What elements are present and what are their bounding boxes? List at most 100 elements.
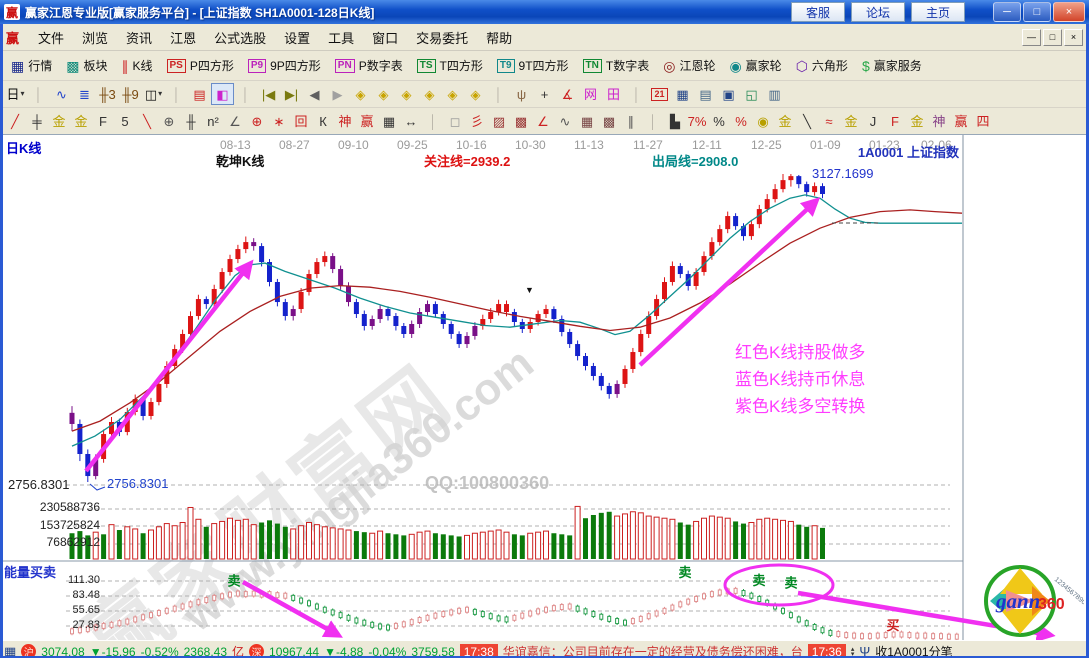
frame-tool[interactable]: ◻: [444, 110, 466, 132]
n-squared-tool[interactable]: n²: [202, 110, 224, 132]
calendar-21[interactable]: 21: [648, 83, 671, 105]
homepage-button[interactable]: 主页: [911, 2, 965, 22]
menu-item[interactable]: 文件: [29, 25, 73, 50]
lattice-tool[interactable]: 田: [602, 83, 625, 105]
gold-section-a[interactable]: 金: [48, 110, 70, 132]
mdi-restore-button[interactable]: □: [1043, 29, 1062, 46]
ink-brush-tool[interactable]: ╲: [796, 110, 818, 132]
separator[interactable]: │: [234, 83, 257, 105]
menu-item[interactable]: 公式选股: [205, 25, 275, 50]
btn-9p-square[interactable]: P9 9P四方形: [241, 53, 328, 79]
square-ring-tool[interactable]: 回: [290, 110, 312, 132]
btn-winner-wheel[interactable]: ◉ 赢家轮: [722, 53, 788, 79]
minute-chart-9[interactable]: ╫9: [119, 83, 142, 105]
star-burst-tool[interactable]: ∗: [268, 110, 290, 132]
fine-grid-tool-2[interactable]: ▩: [598, 110, 620, 132]
time-cycle-circle[interactable]: ⊕: [158, 110, 180, 132]
pct-line-tool[interactable]: %: [730, 110, 752, 132]
menu-item[interactable]: 资讯: [117, 25, 161, 50]
data-export[interactable]: ◱: [740, 83, 763, 105]
j-angle-tool[interactable]: J: [862, 110, 884, 132]
pen-tool[interactable]: ╱: [4, 110, 26, 132]
menu-item[interactable]: 设置: [275, 25, 319, 50]
rays-tool[interactable]: 彡: [466, 110, 488, 132]
seven-pct-tool[interactable]: 7%: [686, 110, 708, 132]
ying-tool[interactable]: 赢: [356, 110, 378, 132]
angle-tool[interactable]: ∠: [224, 110, 246, 132]
btn-t-square[interactable]: TS T四方形: [410, 53, 490, 79]
btn-p-number-table[interactable]: PN P数字表: [328, 53, 410, 79]
separator[interactable]: │: [642, 110, 664, 132]
diamond-zoom-all[interactable]: ◈: [464, 83, 487, 105]
shen-angle-tool[interactable]: 神: [928, 110, 950, 132]
separator[interactable]: │: [165, 83, 188, 105]
gold-angle-tool[interactable]: 金: [906, 110, 928, 132]
spinner-down-icon[interactable]: ▾: [851, 652, 855, 657]
btn-quotes[interactable]: ▦ 行情: [4, 53, 59, 79]
five-tool[interactable]: 5: [114, 110, 136, 132]
gann-ruler[interactable]: ╪: [26, 110, 48, 132]
pct-tool[interactable]: %: [708, 110, 730, 132]
diamond-zoom-v[interactable]: ◈: [441, 83, 464, 105]
hatch-box-tool[interactable]: ▨: [488, 110, 510, 132]
menu-item[interactable]: 交易委托: [407, 25, 477, 50]
f-angle-tool[interactable]: F: [884, 110, 906, 132]
memo-pad[interactable]: ▤: [694, 83, 717, 105]
gold-underline-tool[interactable]: 金: [774, 110, 796, 132]
separator[interactable]: │: [625, 83, 648, 105]
candle-style-dropdown[interactable]: ◫ ▾: [142, 83, 165, 105]
formula-doc[interactable]: ≣: [73, 83, 96, 105]
news-ticker[interactable]: 华谊嘉信：公司目前存在一定的经营及债务偿还困难，台: [503, 643, 803, 658]
minimize-button[interactable]: ─: [993, 2, 1021, 22]
diamond-scroll-left[interactable]: ◈: [349, 83, 372, 105]
customer-service-button[interactable]: 客服: [791, 2, 845, 22]
trendline-pointer[interactable]: ∡: [556, 83, 579, 105]
btn-9t-square[interactable]: T9 9T四方形: [490, 53, 576, 79]
minute-chart-3[interactable]: ╫3: [96, 83, 119, 105]
quote-grid-icon[interactable]: ▦: [4, 644, 16, 658]
menu-item[interactable]: 帮助: [477, 25, 521, 50]
diamond-zoom-in-h[interactable]: ◈: [418, 83, 441, 105]
btn-t-number-table[interactable]: TN T数字表: [576, 53, 657, 79]
menu-item[interactable]: 浏览: [73, 25, 117, 50]
jump-first[interactable]: |◀: [257, 83, 280, 105]
ying-angle-tool[interactable]: 赢: [950, 110, 972, 132]
print-output[interactable]: ▥: [763, 83, 786, 105]
kline-chart-canvas[interactable]: 卖卖卖卖买▼: [0, 135, 1089, 640]
color-kline[interactable]: ◧: [211, 83, 234, 105]
btn-gann-wheel[interactable]: ◎ 江恩轮: [656, 53, 722, 79]
gold-section-b[interactable]: 金: [70, 110, 92, 132]
menu-item[interactable]: 江恩: [161, 25, 205, 50]
step-prev[interactable]: ◀: [303, 83, 326, 105]
maximize-button[interactable]: □: [1023, 2, 1051, 22]
grid-123-tool[interactable]: ▦: [378, 110, 400, 132]
menu-item[interactable]: 工具: [319, 25, 363, 50]
mdi-minimize-button[interactable]: —: [1022, 29, 1041, 46]
step-next[interactable]: ▶: [326, 83, 349, 105]
chip-distribution[interactable]: ▤: [188, 83, 211, 105]
mdi-close-button[interactable]: ×: [1064, 29, 1083, 46]
hand-drag-tool[interactable]: ψ: [510, 83, 533, 105]
shen-tool[interactable]: 神: [334, 110, 356, 132]
separator[interactable]: │: [487, 83, 510, 105]
width-arrows-tool[interactable]: ↔: [400, 110, 422, 132]
gold-line-tool[interactable]: 金: [840, 110, 862, 132]
close-button[interactable]: ×: [1053, 2, 1085, 22]
k-note-tool[interactable]: К: [312, 110, 334, 132]
btn-kline[interactable]: ∥ K线: [115, 53, 160, 79]
chart-area[interactable]: 赢家财富网 www.yingjia360.com QQ:100800360 卖卖…: [0, 134, 1089, 640]
separator[interactable]: │: [422, 110, 444, 132]
save-disk[interactable]: ▣: [717, 83, 740, 105]
f-tool[interactable]: F: [92, 110, 114, 132]
wave-tool[interactable]: ∿: [554, 110, 576, 132]
marker-pen[interactable]: ╲: [136, 110, 158, 132]
net-grid-tool[interactable]: 网: [579, 83, 602, 105]
btn-sectors[interactable]: ▩ 板块: [59, 53, 114, 79]
cross-box-tool[interactable]: ▩: [510, 110, 532, 132]
circle-target[interactable]: ⊕: [246, 110, 268, 132]
scroll-spinner[interactable]: ▴ ▾: [851, 647, 855, 657]
jump-last[interactable]: ▶|: [280, 83, 303, 105]
diamond-scroll-right[interactable]: ◈: [372, 83, 395, 105]
parallel-lines-tool[interactable]: ∥: [620, 110, 642, 132]
calculator[interactable]: ▦: [671, 83, 694, 105]
